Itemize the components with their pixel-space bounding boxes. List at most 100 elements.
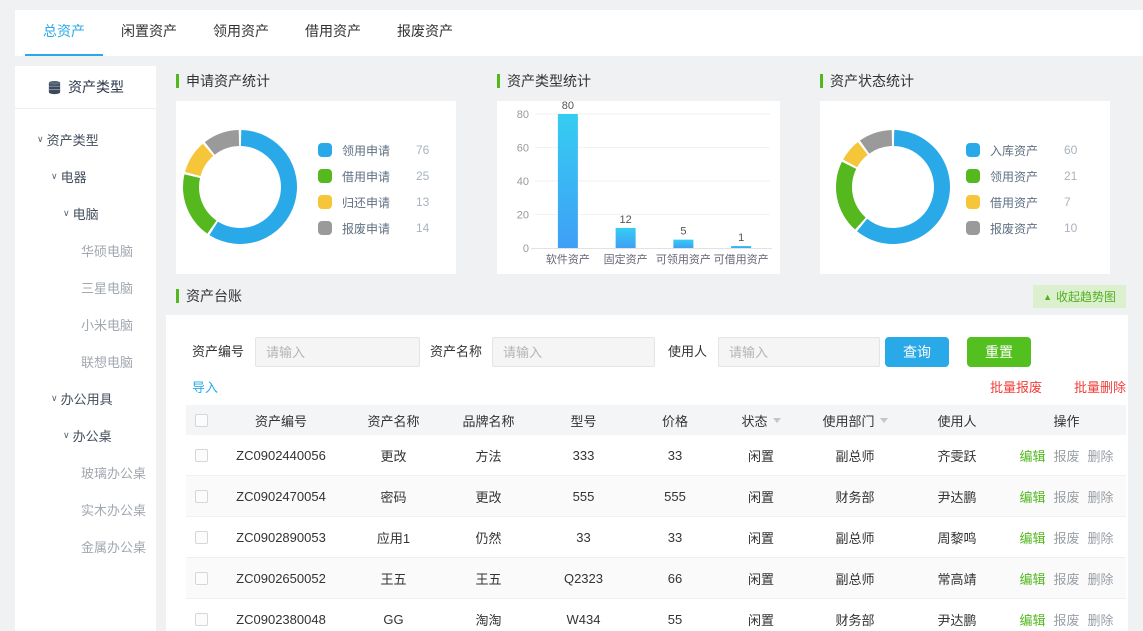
cell-code: ZC0902440056 [216, 448, 346, 463]
select-all-checkbox[interactable] [195, 414, 208, 427]
cell-dept: 财务部 [803, 487, 907, 506]
edit-link[interactable]: 编辑 [1019, 528, 1045, 547]
scrap-link[interactable]: 报废 [1053, 487, 1079, 506]
ledger-panel: 资产编号 资产名称 使用人 查询 重置 导入 批量报废 批量删除 资产编号资产名… [166, 315, 1128, 631]
caret-up-icon: ▲ [1043, 292, 1052, 302]
scrap-link[interactable]: 报废 [1053, 569, 1079, 588]
delete-link[interactable]: 删除 [1088, 528, 1114, 547]
type-stats-title: 资产类型统计 [497, 71, 780, 91]
legend-label: 报废申请 [342, 220, 404, 237]
scrap-link[interactable]: 报废 [1053, 610, 1079, 629]
legend-value: 21 [1064, 169, 1077, 183]
chevron-down-icon: ∨ [37, 134, 44, 145]
delete-link[interactable]: 删除 [1088, 610, 1114, 629]
cell-brand: 更改 [441, 487, 536, 506]
row-checkbox-cell [186, 449, 216, 462]
table-row: ZC0902650052王五王五Q232366闲置副总师常高靖编辑报废删除 [186, 558, 1126, 599]
legend-value: 25 [416, 169, 429, 183]
column-header-4: 型号 [536, 411, 631, 430]
svg-text:20: 20 [517, 210, 529, 222]
user-label: 使用人 [668, 337, 707, 367]
tree-item-label: 办公桌 [73, 426, 112, 445]
asset-name-input[interactable] [492, 337, 655, 367]
scrap-link[interactable]: 报废 [1053, 528, 1079, 547]
section-bar [820, 74, 823, 88]
cell-status: 闲置 [719, 569, 803, 588]
collapse-trend-button[interactable]: ▲ 收起趋势图 [1033, 285, 1126, 308]
scrap-link[interactable]: 报废 [1053, 446, 1079, 465]
edit-link[interactable]: 编辑 [1019, 446, 1045, 465]
tree-item-5[interactable]: 三星电脑 [15, 269, 156, 306]
tab-idle-assets[interactable]: 闲置资产 [103, 10, 195, 56]
tree-item-label: 电脑 [73, 204, 99, 223]
cell-brand: 方法 [441, 446, 536, 465]
reset-button[interactable]: 重置 [967, 337, 1031, 367]
tree-item-1[interactable]: ∨资产类型 [15, 121, 156, 158]
cell-name: 密码 [346, 487, 441, 506]
tree-item-9[interactable]: ∨办公桌 [15, 417, 156, 454]
tree-item-2[interactable]: ∨电器 [15, 158, 156, 195]
batch-scrap-link[interactable]: 批量报废 [990, 377, 1042, 396]
row-checkbox[interactable] [195, 572, 208, 585]
tree-item-10[interactable]: 玻璃办公桌 [15, 454, 156, 491]
user-input[interactable] [718, 337, 880, 367]
type-stats-title-text: 资产类型统计 [507, 71, 591, 91]
row-checkbox-cell [186, 531, 216, 544]
row-checkbox[interactable] [195, 531, 208, 544]
search-button[interactable]: 查询 [885, 337, 949, 367]
legend-swatch [966, 169, 980, 183]
tree-item-6[interactable]: 小米电脑 [15, 306, 156, 343]
filter-icon[interactable] [773, 418, 781, 427]
row-checkbox[interactable] [195, 613, 208, 626]
cell-name: GG [346, 612, 441, 627]
asset-table: 资产编号资产名称品牌名称型号价格状态使用部门使用人操作 ZC0902440056… [186, 405, 1126, 631]
tree-item-label: 华硕电脑 [81, 241, 133, 260]
tree-item-7[interactable]: 联想电脑 [15, 343, 156, 380]
edit-link[interactable]: 编辑 [1019, 610, 1045, 629]
cell-model: W434 [536, 612, 631, 627]
tab-requisition-assets[interactable]: 领用资产 [195, 10, 287, 56]
row-actions: 编辑报废删除 [1007, 446, 1126, 465]
delete-link[interactable]: 删除 [1088, 446, 1114, 465]
svg-text:80: 80 [517, 109, 529, 121]
svg-text:可领用资产: 可领用资产 [656, 252, 711, 266]
row-checkbox[interactable] [195, 490, 208, 503]
cell-price: 55 [631, 612, 719, 627]
cell-price: 66 [631, 571, 719, 586]
tree-item-3[interactable]: ∨电脑 [15, 195, 156, 232]
import-link[interactable]: 导入 [192, 377, 218, 396]
legend-value: 7 [1064, 195, 1071, 209]
row-checkbox[interactable] [195, 449, 208, 462]
tree-item-11[interactable]: 实木办公桌 [15, 491, 156, 528]
header-checkbox-cell [186, 414, 216, 427]
svg-text:可借用资产: 可借用资产 [714, 252, 769, 266]
tree-item-label: 金属办公桌 [81, 537, 146, 556]
tree-item-label: 小米电脑 [81, 315, 133, 334]
tree-item-12[interactable]: 金属办公桌 [15, 528, 156, 565]
chevron-down-icon: ∨ [63, 208, 70, 219]
collapse-trend-label: 收起趋势图 [1056, 288, 1116, 305]
batch-delete-link[interactable]: 批量删除 [1074, 377, 1126, 396]
tree-item-4[interactable]: 华硕电脑 [15, 232, 156, 269]
tree-item-8[interactable]: ∨办公用具 [15, 380, 156, 417]
asset-code-label: 资产编号 [192, 337, 244, 367]
column-header-2: 资产名称 [346, 411, 441, 430]
asset-code-input[interactable] [255, 337, 420, 367]
svg-text:软件资产: 软件资产 [546, 252, 590, 266]
legend-item: 领用申请76 [318, 137, 429, 163]
tab-borrow-assets[interactable]: 借用资产 [287, 10, 379, 56]
tab-total-assets[interactable]: 总资产 [25, 10, 103, 56]
cell-code: ZC0902380048 [216, 612, 346, 627]
edit-link[interactable]: 编辑 [1019, 487, 1045, 506]
edit-link[interactable]: 编辑 [1019, 569, 1045, 588]
tree-item-label: 办公用具 [61, 389, 113, 408]
tab-scrap-assets[interactable]: 报废资产 [379, 10, 471, 56]
svg-text:0: 0 [523, 243, 529, 255]
delete-link[interactable]: 删除 [1088, 487, 1114, 506]
legend-item: 借用申请25 [318, 163, 429, 189]
delete-link[interactable]: 删除 [1088, 569, 1114, 588]
filter-icon[interactable] [880, 418, 888, 427]
svg-text:60: 60 [517, 143, 529, 155]
table-row: ZC0902890053应用1仍然3333闲置副总师周黎鸣编辑报废删除 [186, 517, 1126, 558]
cell-model: Q2323 [536, 571, 631, 586]
